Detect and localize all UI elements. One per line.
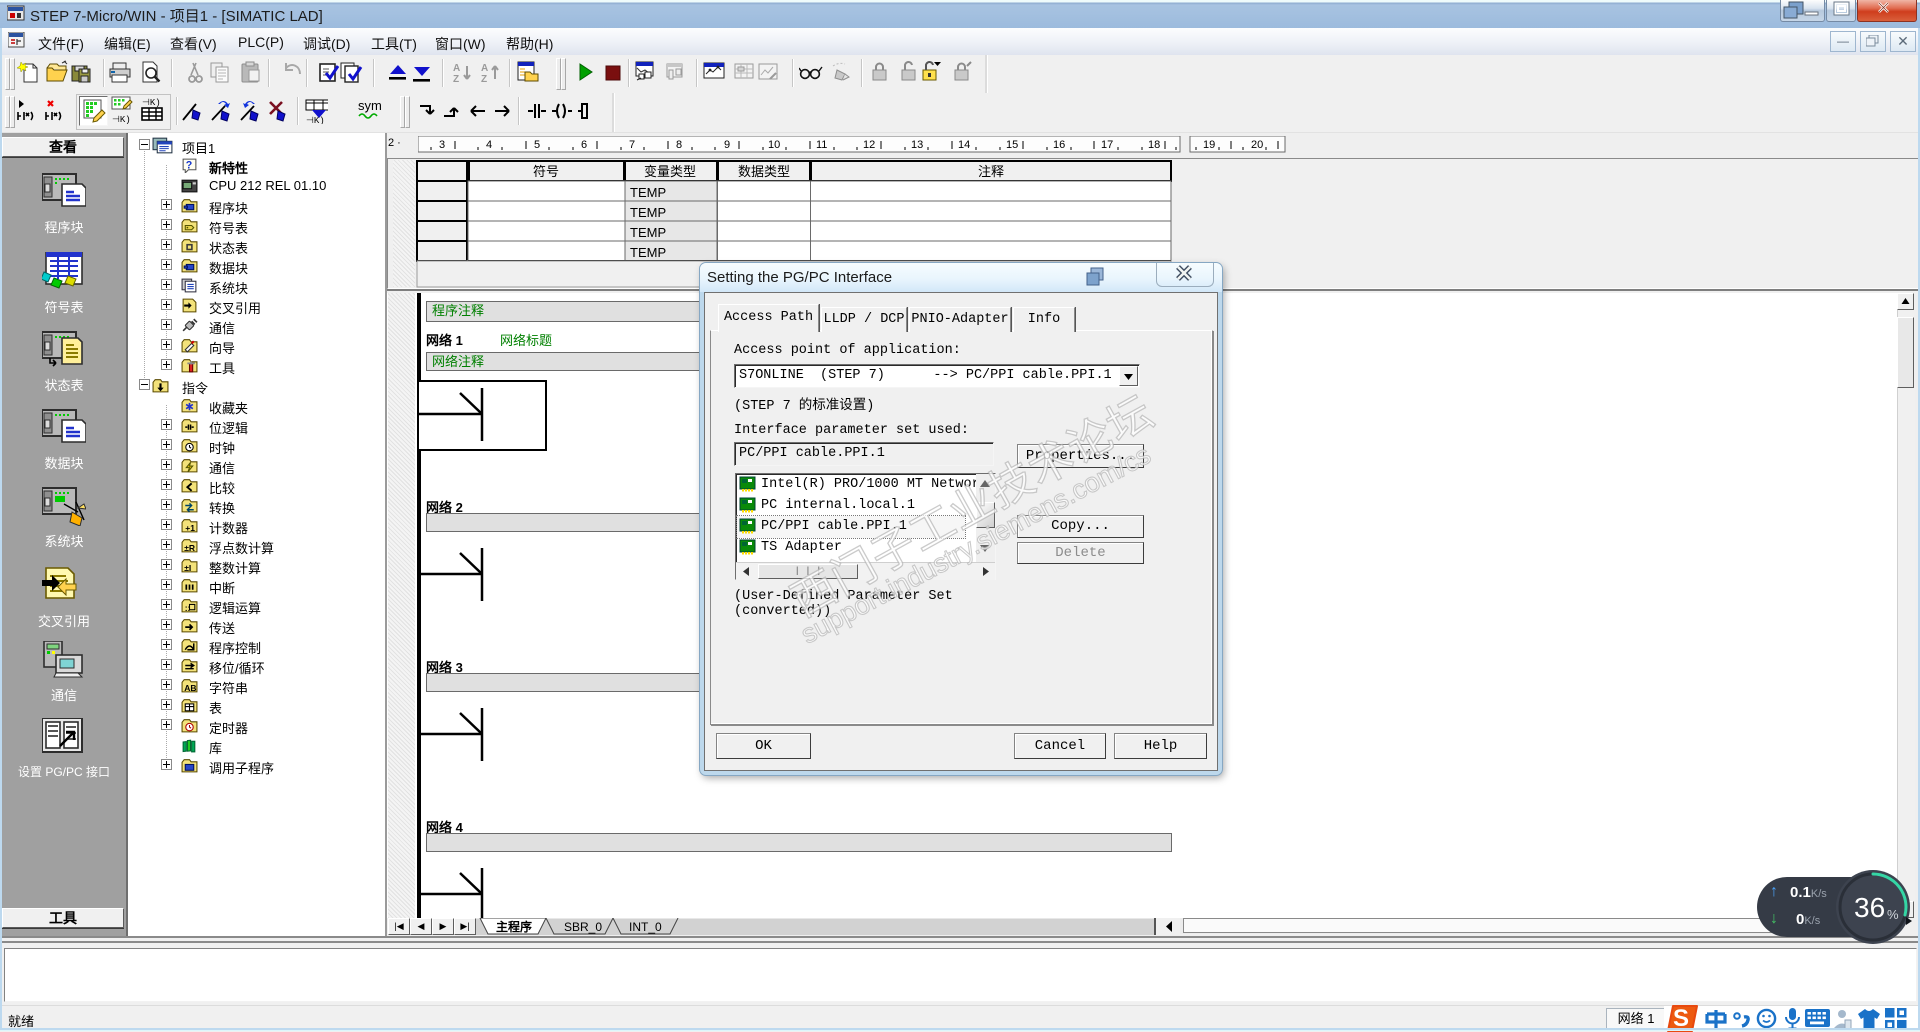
svg-text:⊣K): ⊣K) — [112, 115, 131, 124]
svg-text:4: 4 — [486, 139, 492, 151]
svg-text:6: 6 — [581, 139, 587, 151]
svg-text:+1: +1 — [185, 523, 195, 533]
svg-text:5: 5 — [534, 139, 540, 151]
svg-text:19: 19 — [1203, 139, 1215, 151]
svg-text:TEMP: TEMP — [630, 205, 666, 220]
svg-text:18: 18 — [1148, 139, 1160, 151]
svg-text:17: 17 — [1101, 139, 1113, 151]
svg-text:12: 12 — [863, 139, 875, 151]
svg-text:9: 9 — [724, 139, 730, 151]
svg-text:15: 15 — [1006, 139, 1018, 151]
svg-text:TEMP: TEMP — [630, 225, 666, 240]
svg-text:Z: Z — [453, 74, 459, 85]
svg-text:?: ? — [186, 160, 192, 172]
svg-text:AB: AB — [184, 683, 196, 693]
svg-text:数据类型: 数据类型 — [738, 164, 790, 179]
svg-text:A: A — [481, 63, 488, 74]
svg-text:20: 20 — [1251, 139, 1263, 151]
svg-text:13: 13 — [911, 139, 923, 151]
svg-text:TEMP: TEMP — [630, 185, 666, 200]
svg-text:SBR_0: SBR_0 — [564, 920, 602, 934]
svg-text:11: 11 — [816, 139, 827, 151]
svg-text:⊣K): ⊣K) — [306, 116, 325, 124]
svg-text:INT_0: INT_0 — [629, 920, 662, 934]
svg-text:±I: ±I — [184, 563, 191, 573]
svg-text:%: % — [1887, 907, 1899, 922]
svg-text:符号: 符号 — [533, 164, 559, 179]
svg-text:sym: sym — [358, 98, 381, 113]
svg-text:8: 8 — [676, 139, 682, 151]
svg-text:TEMP: TEMP — [630, 245, 666, 260]
svg-text:变量类型: 变量类型 — [644, 164, 696, 179]
svg-text:10: 10 — [768, 139, 780, 151]
svg-text:注释: 注释 — [978, 164, 1004, 179]
svg-text:A: A — [453, 63, 460, 74]
svg-text:14: 14 — [958, 139, 970, 151]
svg-text:±R: ±R — [184, 543, 195, 553]
svg-text:主程序: 主程序 — [496, 919, 532, 934]
svg-text:16: 16 — [1053, 139, 1065, 151]
svg-text:Z: Z — [481, 74, 487, 85]
svg-text:7: 7 — [629, 139, 635, 151]
svg-text:⊣K): ⊣K) — [142, 98, 161, 108]
svg-text:36: 36 — [1854, 892, 1885, 923]
svg-text:3: 3 — [439, 139, 445, 151]
